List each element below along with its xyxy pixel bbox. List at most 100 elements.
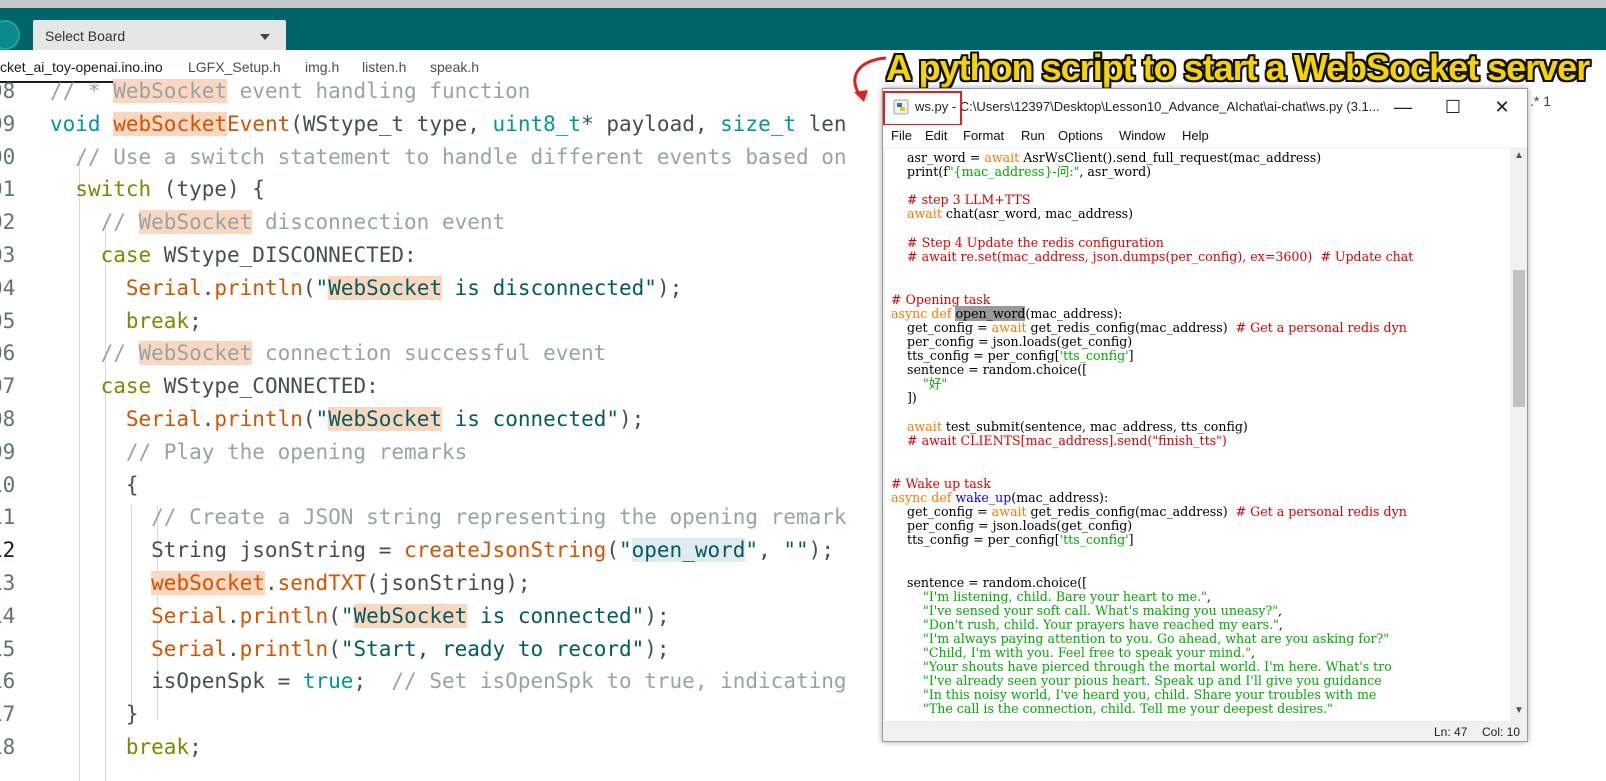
python-code-line[interactable]: await chat(asr_word, mac_address): [891, 207, 1133, 221]
code-line[interactable]: 99 void webSocketEvent(WStype_t type, uin…: [0, 108, 906, 141]
menu-window[interactable]: Window: [1119, 128, 1165, 143]
maximize-button[interactable]: ☐: [1430, 89, 1476, 125]
tab-speak[interactable]: speak.h: [430, 59, 479, 75]
code-text: // Use a switch statement to handle diff…: [75, 144, 847, 169]
code-line[interactable]: 16 isOpenSpk = true; // Set isOpenSpk to…: [0, 665, 906, 698]
scroll-down-icon[interactable]: ▼: [1514, 705, 1524, 716]
code-line[interactable]: 01 switch (type) {: [0, 173, 906, 206]
line-number: 13: [0, 571, 16, 595]
code-line[interactable]: 12 String jsonString = createJsonString(…: [0, 534, 906, 567]
code-line[interactable]: 17 }: [0, 698, 906, 731]
python-code-line[interactable]: get_config = await get_redis_config(mac_…: [891, 321, 1407, 335]
python-code-line[interactable]: "In this noisy world, I've heard you, ch…: [891, 688, 1376, 702]
line-number: 14: [0, 603, 16, 628]
python-code-line[interactable]: asr_word = await AsrWsClient().send_full…: [891, 151, 1321, 165]
python-code-line[interactable]: "Child, I'm with you. Feel free to speak…: [891, 646, 1255, 660]
python-code-line[interactable]: await test_submit(sentence, mac_address,…: [891, 420, 1248, 434]
python-code-line[interactable]: "好": [891, 377, 947, 391]
python-code-line[interactable]: "The call is the connection, child. Tell…: [891, 702, 1333, 716]
upload-icon[interactable]: [0, 20, 20, 50]
line-number: 05: [0, 308, 16, 333]
code-line[interactable]: 04 Serial.println("WebSocket is disconne…: [0, 272, 906, 305]
tab-listen[interactable]: listen.h: [362, 59, 406, 75]
code-line[interactable]: 13 webSocket.sendTXT(jsonString);: [0, 567, 906, 600]
idle-vertical-scrollbar[interactable]: ▲ ▼: [1511, 148, 1527, 721]
python-code-line[interactable]: # await CLIENTS[mac_address].send("finis…: [891, 434, 1227, 448]
scroll-thumb[interactable]: [1513, 270, 1525, 407]
menu-file[interactable]: File: [891, 128, 912, 143]
idle-titlebar[interactable]: ws.py - C:\Users\12397\Desktop\Lesson10_…: [883, 89, 1527, 126]
code-text: // Play the opening remarks: [125, 439, 468, 464]
code-line[interactable]: 00 // Use a switch statement to handle d…: [0, 141, 906, 174]
line-number: 01: [0, 177, 16, 202]
status-line: Ln: 47: [1434, 725, 1468, 739]
python-code-line[interactable]: # Opening task: [891, 293, 990, 307]
code-text: isOpenSpk = true; // Set isOpenSpk to tr…: [50, 669, 847, 694]
code-line[interactable]: 10 {: [0, 469, 906, 502]
python-code-line[interactable]: tts_config = per_config['tts_config']: [891, 349, 1134, 363]
code-text: Serial.println("WebSocket is connected")…: [125, 407, 645, 431]
code-line[interactable]: 08 Serial.println("WebSocket is connecte…: [0, 403, 906, 436]
line-number: 08: [0, 407, 16, 431]
tab-img[interactable]: img.h: [305, 59, 339, 75]
code-line[interactable]: 09 // Play the opening remarks: [0, 436, 906, 469]
code-text: // * WebSocket event handling function: [50, 79, 531, 103]
menu-edit[interactable]: Edit: [925, 128, 947, 143]
code-text: webSocket.sendTXT(jsonString);: [151, 571, 531, 595]
menu-help[interactable]: Help: [1182, 128, 1209, 143]
menu-run[interactable]: Run: [1021, 128, 1045, 143]
close-button[interactable]: ✕: [1479, 89, 1525, 125]
python-code-line[interactable]: "Your shouts have pierced through the mo…: [891, 660, 1392, 674]
code-text: case WStype_CONNECTED:: [100, 374, 379, 399]
python-code-line[interactable]: # Wake up task: [891, 477, 991, 491]
code-line[interactable]: 11 // Create a JSON string representing …: [0, 501, 906, 534]
chevron-down-icon: [260, 34, 270, 40]
code-text: Serial.println("Start, ready to record")…: [151, 636, 670, 661]
python-code-line[interactable]: "I'm always paying attention to you. Go …: [891, 632, 1389, 646]
code-line[interactable]: 98 // * WebSocket event handling function: [0, 75, 906, 108]
python-code-line[interactable]: async def wake_up(mac_address):: [891, 491, 1108, 505]
line-number: 03: [0, 243, 16, 267]
idle-statusbar: Ln: 47 Col: 10: [883, 721, 1527, 741]
code-line[interactable]: 14 Serial.println("WebSocket is connecte…: [0, 600, 906, 633]
python-code-line[interactable]: # step 3 LLM+TTS: [891, 193, 1030, 207]
line-number: 11: [0, 505, 16, 530]
scroll-up-icon[interactable]: ▲: [1514, 150, 1524, 161]
minimize-button[interactable]: —: [1380, 89, 1426, 125]
line-number: 12: [0, 538, 16, 563]
board-select-dropdown[interactable]: Select Board: [33, 20, 286, 53]
code-editor[interactable]: 98 // * WebSocket event handling function…: [0, 75, 906, 781]
python-code-line[interactable]: ]): [891, 391, 917, 405]
python-code-line[interactable]: print(f"{mac_address}-问:", asr_word): [891, 165, 1151, 179]
line-number: 02: [0, 210, 16, 235]
python-code-line[interactable]: "I'm listening, child. Bare your heart t…: [891, 590, 1211, 604]
menu-options[interactable]: Options: [1058, 128, 1103, 143]
code-line[interactable]: 18 break;: [0, 731, 906, 764]
line-number: 17: [0, 702, 16, 727]
tab-lgfx-setup[interactable]: LGFX_Setup.h: [188, 59, 281, 75]
code-text: {: [50, 472, 139, 497]
python-code-line[interactable]: tts_config = per_config['tts_config']: [891, 533, 1134, 547]
python-code-line[interactable]: # Step 4 Update the redis configuration: [891, 236, 1164, 250]
code-text: Serial.println("WebSocket is connected")…: [151, 603, 670, 628]
menu-format[interactable]: Format: [963, 128, 1004, 143]
python-code-line[interactable]: "I've already seen your pious heart. Spe…: [891, 674, 1382, 688]
python-code-line[interactable]: "Don't rush, child. Your prayers have re…: [891, 618, 1283, 632]
code-line[interactable]: 02 // WebSocket disconnection event: [0, 206, 906, 239]
python-code-line[interactable]: async def open_word(mac_address):: [891, 306, 1122, 321]
python-code-line[interactable]: # await re.set(mac_address, json.dumps(p…: [891, 250, 1413, 264]
code-line[interactable]: 03 case WStype_DISCONNECTED:: [0, 239, 906, 272]
code-text: }: [50, 702, 139, 727]
idle-code-area[interactable]: asr_word = await AsrWsClient().send_full…: [885, 148, 1510, 721]
code-line[interactable]: 06 // WebSocket connection successful ev…: [0, 337, 906, 370]
python-code-line[interactable]: per_config = json.loads(get_config): [891, 335, 1132, 349]
code-line[interactable]: 05 break;: [0, 305, 906, 338]
python-code-line[interactable]: get_config = await get_redis_config(mac_…: [891, 505, 1407, 519]
python-code-line[interactable]: sentence = random.choice([: [891, 363, 1087, 377]
line-number: 06: [0, 341, 16, 366]
code-line[interactable]: 07 case WStype_CONNECTED:: [0, 370, 906, 403]
code-line[interactable]: 15 Serial.println("Start, ready to recor…: [0, 633, 906, 666]
python-code-line[interactable]: "I've sensed your soft call. What's maki…: [891, 604, 1282, 618]
python-code-line[interactable]: per_config = json.loads(get_config): [891, 519, 1132, 533]
python-code-line[interactable]: sentence = random.choice([: [891, 576, 1087, 590]
